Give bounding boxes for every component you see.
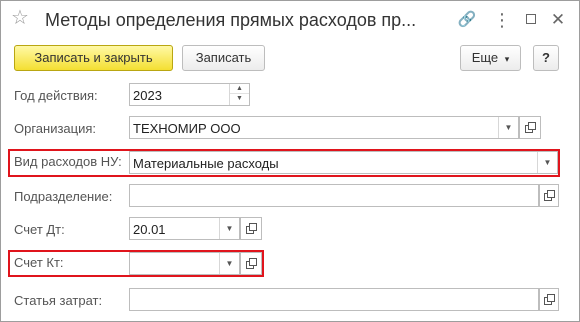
favorite-star-icon[interactable]: ☆ bbox=[11, 8, 29, 28]
dialog-window: ☆ Методы определения прямых расходов пр.… bbox=[0, 0, 580, 322]
dropdown-icon[interactable]: ▼ bbox=[219, 253, 239, 274]
organization-field[interactable]: ТЕХНОМИР ООО ▼ bbox=[129, 116, 519, 139]
credit-account-label: Счет Кт: bbox=[14, 255, 64, 270]
link-icon[interactable]: 🔗 bbox=[457, 10, 477, 30]
debit-account-open-button[interactable] bbox=[240, 217, 262, 240]
maximize-icon[interactable] bbox=[521, 10, 541, 30]
organization-value: ТЕХНОМИР ООО bbox=[133, 121, 241, 136]
department-label: Подразделение: bbox=[14, 189, 113, 204]
year-value: 2023 bbox=[133, 88, 162, 103]
cost-item-field[interactable] bbox=[129, 288, 539, 311]
title-bar: ☆ Методы определения прямых расходов пр.… bbox=[1, 1, 579, 39]
year-field[interactable]: 2023 ▲ ▼ bbox=[129, 83, 250, 106]
open-icon bbox=[246, 223, 257, 234]
open-icon bbox=[544, 294, 555, 305]
spin-down-icon[interactable]: ▼ bbox=[230, 94, 249, 104]
dropdown-icon[interactable]: ▼ bbox=[498, 117, 518, 138]
debit-account-field[interactable]: 20.01 ▼ bbox=[129, 217, 240, 240]
window-title: Методы определения прямых расходов пр... bbox=[45, 10, 417, 30]
chevron-down-icon: ▾ bbox=[504, 54, 510, 64]
dropdown-icon[interactable]: ▼ bbox=[219, 218, 239, 239]
organization-open-button[interactable] bbox=[519, 116, 541, 139]
open-icon bbox=[525, 122, 536, 133]
close-icon[interactable]: ✕ bbox=[548, 10, 568, 30]
more-button[interactable]: Еще ▾ bbox=[460, 45, 521, 71]
department-open-button[interactable] bbox=[539, 184, 559, 207]
cost-item-open-button[interactable] bbox=[539, 288, 559, 311]
debit-account-label: Счет Дт: bbox=[14, 222, 65, 237]
year-label: Год действия: bbox=[14, 88, 98, 103]
year-spinner[interactable]: ▲ ▼ bbox=[229, 84, 249, 105]
more-button-label: Еще bbox=[471, 50, 499, 65]
help-button[interactable]: ? bbox=[533, 45, 559, 71]
expense-type-field[interactable]: Материальные расходы ▼ bbox=[129, 151, 558, 174]
more-actions-icon[interactable]: ⋮ bbox=[492, 10, 512, 30]
organization-label: Организация: bbox=[14, 121, 97, 136]
expense-type-label: Вид расходов НУ: bbox=[14, 154, 122, 169]
credit-account-field[interactable]: ▼ bbox=[129, 252, 240, 275]
save-and-close-button[interactable]: Записать и закрыть bbox=[14, 45, 173, 71]
department-field[interactable] bbox=[129, 184, 539, 207]
open-icon bbox=[246, 258, 257, 269]
spin-up-icon[interactable]: ▲ bbox=[230, 84, 249, 94]
credit-account-open-button[interactable] bbox=[240, 252, 262, 275]
open-icon bbox=[544, 190, 555, 201]
cost-item-label: Статья затрат: bbox=[14, 293, 103, 308]
debit-account-value: 20.01 bbox=[133, 222, 166, 237]
save-button[interactable]: Записать bbox=[182, 45, 265, 71]
expense-type-value: Материальные расходы bbox=[133, 156, 279, 171]
dropdown-icon[interactable]: ▼ bbox=[537, 152, 557, 173]
